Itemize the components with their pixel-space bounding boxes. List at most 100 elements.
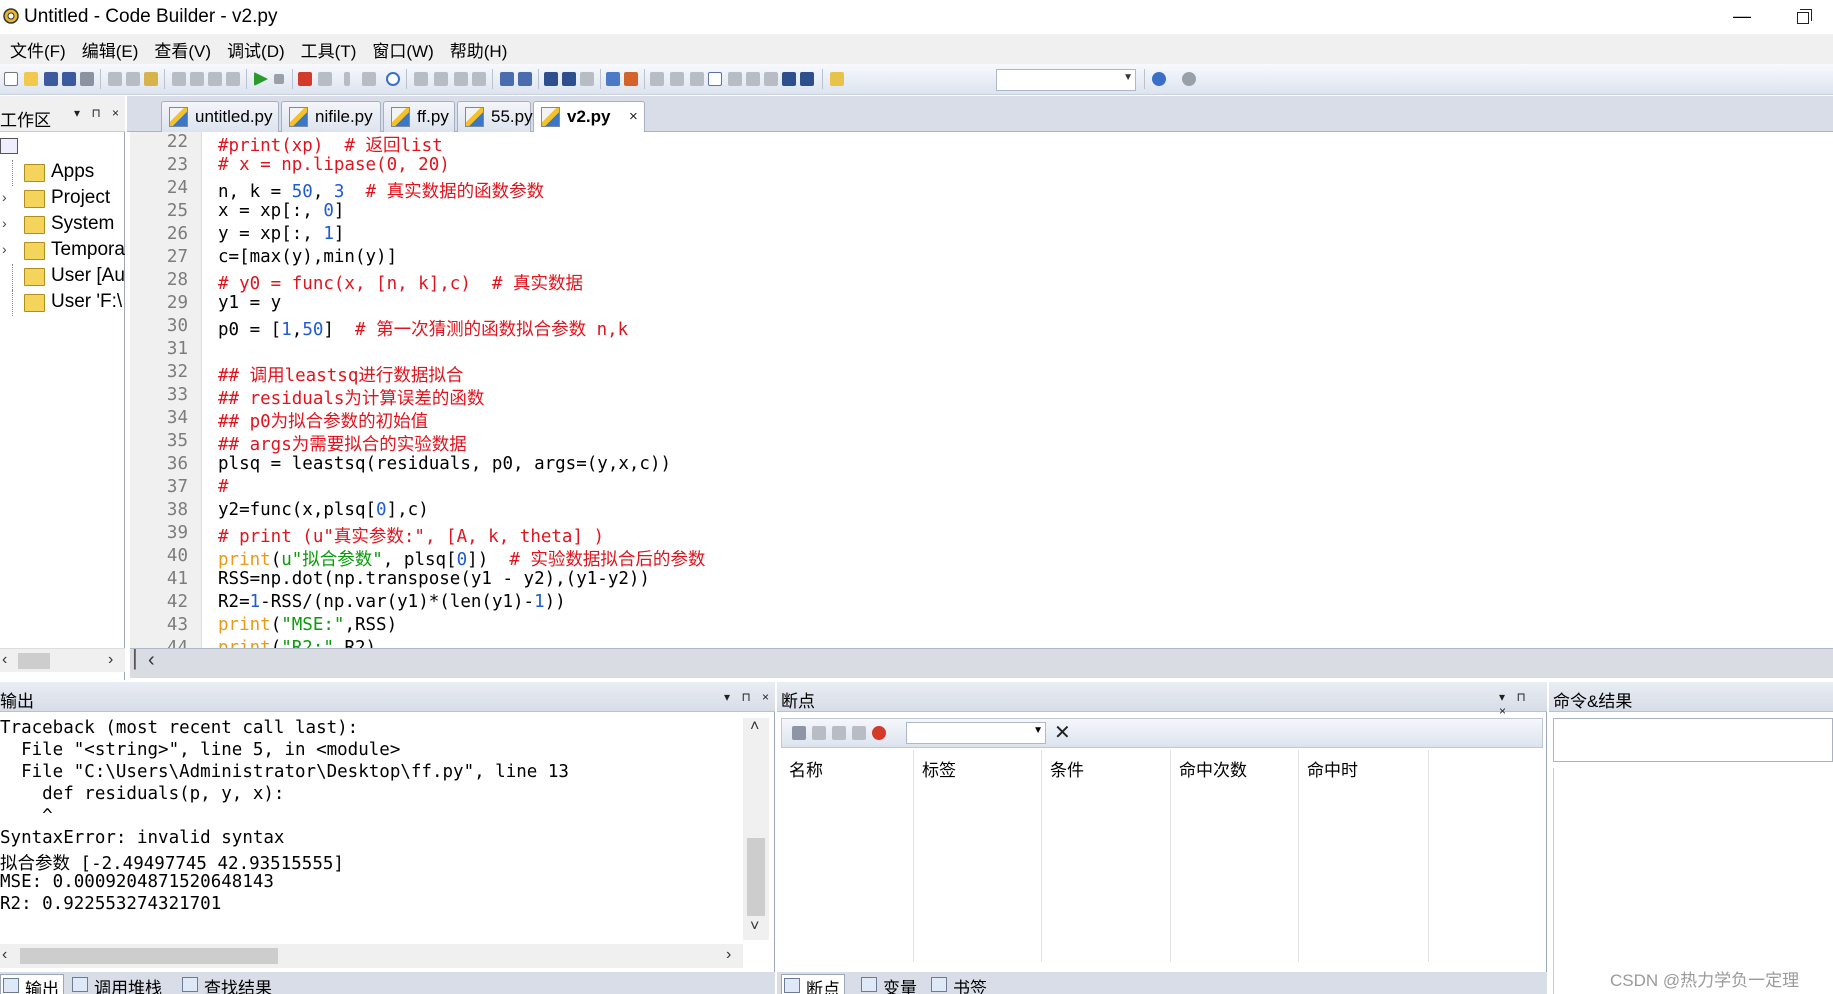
code-line[interactable]: 42 R2=1-RSS/(np.var(y1)*(len(y1)-1)) xyxy=(130,592,1833,615)
list-icon[interactable] xyxy=(500,72,514,86)
tab-v2[interactable]: v2.py × xyxy=(533,101,645,132)
menu-edit[interactable]: 编辑(E) xyxy=(74,37,147,62)
find-icon[interactable] xyxy=(544,72,558,86)
redo-icon[interactable] xyxy=(670,72,684,86)
code-line[interactable]: 30 p0 = [1,50] # 第一次猜测的函数拟合参数 n,k xyxy=(130,316,1833,340)
code-line[interactable]: 37 # xyxy=(130,477,1833,500)
stop-icon[interactable] xyxy=(274,74,284,84)
back-icon[interactable] xyxy=(1152,72,1166,86)
panel-controls-icon[interactable]: ▾ ⊓ × xyxy=(1499,690,1547,718)
minimize-button[interactable]: — xyxy=(1722,2,1762,32)
scroll-down-icon[interactable]: ˅ xyxy=(750,918,759,936)
menu-debug[interactable]: 调试(D) xyxy=(219,37,293,62)
code-line[interactable]: 28 # y0 = func(x, [n, k],c) # 真实数据 xyxy=(130,270,1833,294)
code-line[interactable]: 32 ## 调用leastsq进行数据拟合 xyxy=(130,362,1833,386)
column-header[interactable]: 命中次数 xyxy=(1179,756,1247,781)
wrap-icon[interactable] xyxy=(518,72,532,86)
find-next-icon[interactable] xyxy=(580,72,594,86)
menu-help[interactable]: 帮助(H) xyxy=(442,37,516,62)
column-header[interactable]: 名称 xyxy=(789,756,823,781)
bookmark-icon[interactable] xyxy=(728,72,742,86)
step-over-icon[interactable] xyxy=(362,72,376,86)
new-file-icon[interactable] xyxy=(4,72,18,86)
code-line[interactable]: 41 RSS=np.dot(np.transpose(y1 - y2),(y1-y… xyxy=(130,569,1833,592)
code-line[interactable]: 40 print(u"拟合参数", plsq[0]) # 实验数据拟合后的参数 xyxy=(130,546,1833,570)
comment-icon[interactable] xyxy=(226,72,240,86)
undo-icon[interactable] xyxy=(650,72,664,86)
tree-item-user-au[interactable]: User [Au xyxy=(0,264,125,290)
output-text[interactable]: Traceback (most recent call last): File … xyxy=(0,718,740,938)
tree-item-project[interactable]: › Project xyxy=(0,186,125,212)
code-line[interactable]: 27 c=[max(y),min(y)] xyxy=(130,247,1833,270)
panel-controls-icon[interactable]: ▾ ⊓ × xyxy=(74,106,123,120)
chevron-right-icon[interactable]: › xyxy=(2,215,7,231)
zoom-out-icon[interactable] xyxy=(800,72,814,86)
tab-nifile[interactable]: nifile.py xyxy=(281,101,381,132)
tab-55[interactable]: 55.py xyxy=(457,101,533,132)
breakpoint-icon-4[interactable] xyxy=(852,726,866,740)
breakpoints-filter-combo[interactable]: ▼ xyxy=(906,722,1046,744)
restore-button[interactable] xyxy=(1784,2,1824,32)
outdent-icon[interactable] xyxy=(208,72,222,86)
tab-breakpoints[interactable]: 断点 xyxy=(781,974,845,994)
code-line[interactable]: 39 # print (u"真实参数:", [A, k, theta] ) xyxy=(130,523,1833,547)
step-into-icon[interactable] xyxy=(344,72,350,86)
nav-icon-3[interactable] xyxy=(454,72,468,86)
run-icon[interactable] xyxy=(254,72,268,86)
output-hscrollbar[interactable]: ‹ › xyxy=(0,944,743,968)
cut-icon[interactable] xyxy=(108,72,122,86)
code-line[interactable]: 38 y2=func(x,plsq[0],c) xyxy=(130,500,1833,523)
record-icon[interactable] xyxy=(386,72,400,86)
tab-find-results[interactable]: 查找结果 xyxy=(180,974,272,994)
undo-history-icon[interactable] xyxy=(172,72,186,86)
paste-icon[interactable] xyxy=(144,72,158,86)
code-line[interactable]: 26 y = xp[:, 1] xyxy=(130,224,1833,247)
tab-untitled[interactable]: untitled.py xyxy=(161,101,279,132)
column-header[interactable]: 条件 xyxy=(1050,756,1084,781)
close-icon[interactable]: × xyxy=(629,108,638,125)
nav-icon-4[interactable] xyxy=(472,72,486,86)
code-editor[interactable]: 22 #print(xp) # 返回list 23 # x = np.lipase(0… xyxy=(130,132,1833,648)
tree-item-apps[interactable]: Apps xyxy=(0,160,125,186)
tab-ff[interactable]: ff.py xyxy=(383,101,455,132)
clear-breakpoints-icon[interactable] xyxy=(318,72,332,86)
code-line[interactable]: 34 ## p0为拟合参数的初始值 xyxy=(130,408,1833,432)
copy-icon[interactable] xyxy=(126,72,140,86)
replace-icon[interactable] xyxy=(562,72,576,86)
scroll-right-icon[interactable]: › xyxy=(108,651,113,669)
bookmark-next-icon[interactable] xyxy=(764,72,778,86)
toggle-breakpoint-icon[interactable] xyxy=(298,72,312,86)
tab-bookmarks[interactable]: 书签 xyxy=(929,974,987,994)
workspace-hscrollbar[interactable]: ‹ › xyxy=(0,648,125,672)
scroll-left-icon[interactable]: | xyxy=(132,645,138,671)
scroll-left-icon[interactable]: ‹ xyxy=(2,651,7,669)
chevron-right-icon[interactable]: › xyxy=(2,241,7,257)
code-line[interactable]: 33 ## residuals为计算误差的函数 xyxy=(130,385,1833,409)
save-all-icon[interactable] xyxy=(62,72,76,86)
command-input[interactable] xyxy=(1553,718,1833,762)
output-vscrollbar[interactable]: ˄ ˅ xyxy=(743,718,769,940)
bookmark-prev-icon[interactable] xyxy=(746,72,760,86)
format-icon[interactable] xyxy=(690,72,704,86)
forward-icon[interactable] xyxy=(1182,72,1196,86)
code-line[interactable]: 29 y1 = y xyxy=(130,293,1833,316)
tab-call-stack[interactable]: 调用堆栈 xyxy=(70,974,162,994)
save-icon[interactable] xyxy=(44,72,58,86)
scroll-right-icon[interactable]: › xyxy=(726,946,731,964)
scroll-up-icon[interactable]: ˄ xyxy=(750,718,759,736)
nav-icon-2[interactable] xyxy=(434,72,448,86)
tab-output[interactable]: 输出 xyxy=(0,974,64,994)
column-header[interactable]: 命中时 xyxy=(1307,756,1358,781)
tool-icon[interactable] xyxy=(606,72,620,86)
zoom-icon[interactable] xyxy=(782,72,796,86)
settings-icon[interactable] xyxy=(624,72,638,86)
chevron-right-icon[interactable]: › xyxy=(2,189,7,205)
code-line[interactable]: 23 # x = np.lipase(0, 20) xyxy=(130,155,1833,178)
window-icon[interactable] xyxy=(708,72,722,86)
code-line[interactable]: 43 print("MSE:",RSS) xyxy=(130,615,1833,638)
editor-hscrollbar[interactable]: | ‹ xyxy=(130,645,1833,678)
nav-icon-1[interactable] xyxy=(414,72,428,86)
breakpoint-icon-2[interactable] xyxy=(812,726,826,740)
toolbar-combo[interactable]: ▼ xyxy=(996,69,1136,91)
code-line[interactable]: 31 xyxy=(130,339,1833,362)
